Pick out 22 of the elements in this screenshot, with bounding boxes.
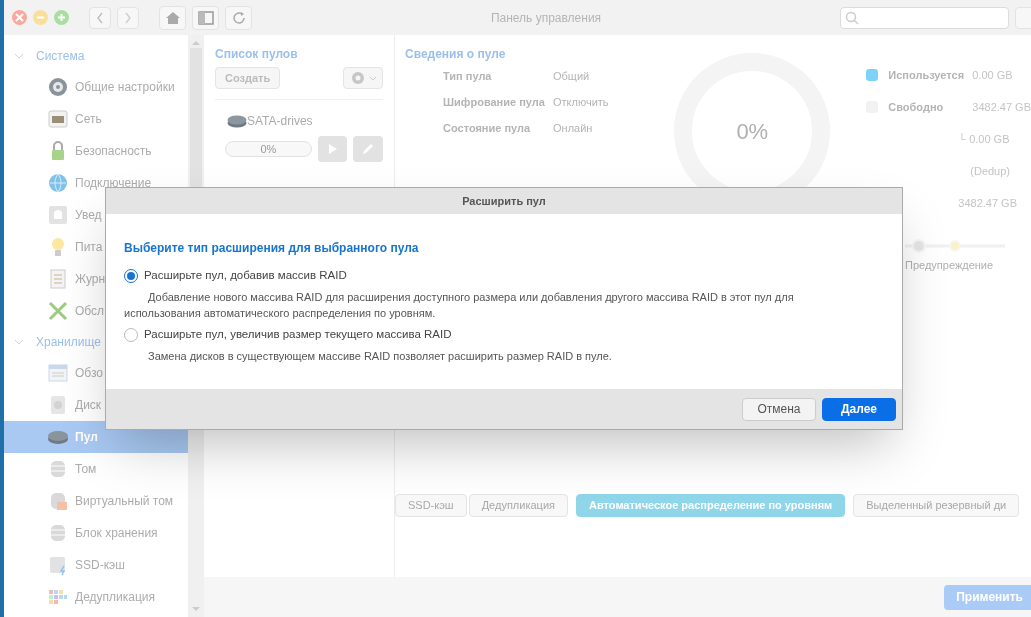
size-text: (Dedup): [970, 163, 1012, 179]
dialog-heading: Выберите тип расширения для выбранного пула: [124, 240, 420, 257]
size-text: 3482.47 GB: [958, 195, 1018, 211]
field-label: Шифрование пула: [443, 95, 546, 110]
threshold-label: Предупреждение: [905, 258, 995, 273]
progress-bar: 0%: [225, 141, 312, 157]
option-description: Добавление нового массива RAID для расширения доступного размера или добавления другого массива RAID в этот пул для использования автоматического распределения по уровням.: [124, 290, 795, 321]
legend-label: Используется: [888, 67, 966, 83]
dialog-title: Расширить пул: [106, 188, 902, 214]
legend-label: Свободно: [888, 99, 945, 115]
field-value: Общий: [553, 68, 590, 84]
legend-value: 3482.47 GB: [972, 99, 1031, 115]
legend-value: 0.00 GB: [972, 67, 1013, 83]
window-title: Панель управления: [490, 9, 602, 27]
size-text: └ 0.00 GB: [958, 131, 1011, 147]
field-value: Онлайн: [553, 120, 593, 136]
panel-title: Сведения о пуле: [405, 46, 507, 61]
panel-title: Список пулов: [215, 46, 299, 61]
field-value: Отключить: [553, 94, 609, 110]
option-description: Замена дисков в существующем массиве RAID позволяет расширить размер RAID в пуле.: [147, 349, 613, 364]
field-label: Тип пула: [443, 69, 493, 84]
field-label: Состояние пула: [443, 121, 532, 136]
